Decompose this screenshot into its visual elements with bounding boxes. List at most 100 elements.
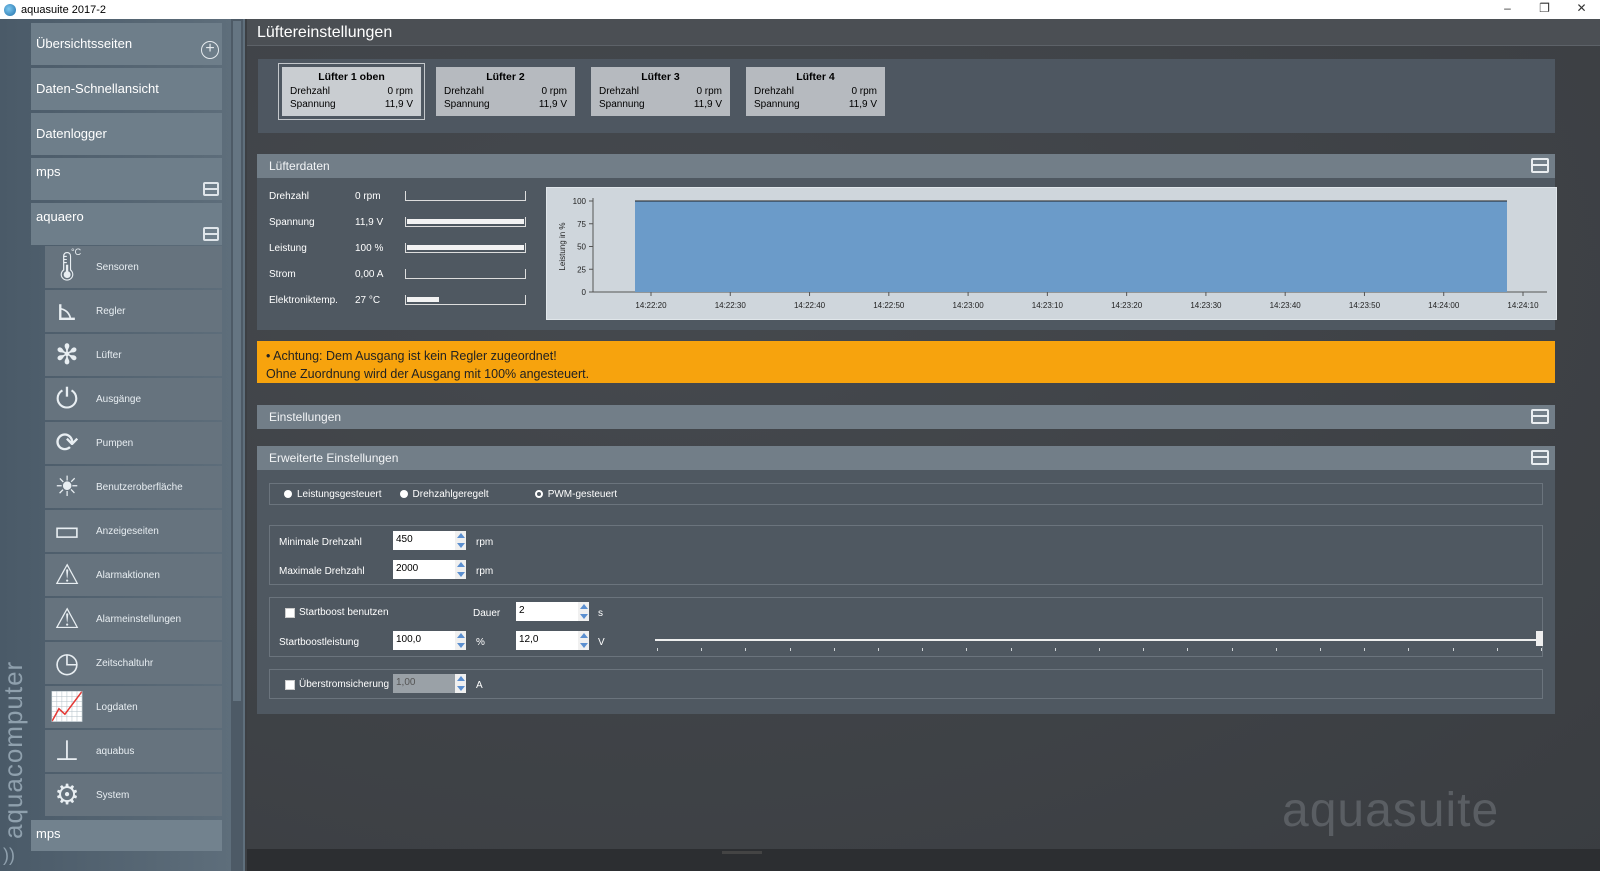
fan-speed-label: Drehzahl [754,86,795,97]
sidebar-item-benutzeroberflaeche[interactable]: ☀ Benutzeroberfläche [45,466,222,508]
plus-circle-icon[interactable]: + [201,41,219,59]
slider-tick [1010,648,1012,651]
min-speed-input[interactable]: 450 [393,531,466,550]
slider-tick [878,648,879,651]
startboost-voltage-input[interactable]: 12,0 [516,631,589,650]
fan-voltage-label: Spannung [290,99,336,110]
scrollbar-thumb[interactable] [233,21,241,701]
advanced-header[interactable]: Erweiterte Einstellungen [257,446,1555,470]
fan-voltage-label: Spannung [444,99,490,110]
power-chart-svg: 0 25 50 75 100 14:22:20 14:22:30 14:22:40 14:22:… [558,197,1547,310]
horizontal-scrollbar[interactable] [247,849,1600,871]
spin-arrows[interactable] [455,674,466,693]
sidebar-item-label: Zeitschaltuhr [96,658,154,669]
x-tick-label: 14:23:20 [1111,301,1143,310]
sidebar-item-regler[interactable]: ⊾ Regler [45,290,222,332]
slider-tick [745,648,747,651]
fandata-panel: Drehzahl 0 rpm Spannung 11,9 V Leistung … [257,178,1557,330]
slider-tick [1143,648,1145,651]
fan-voltage: 11,9 V [384,99,413,110]
y-axis-label: Leistung in % [558,222,567,270]
sidebar-section-datalogger[interactable]: Datenlogger [31,113,222,155]
fan-card-1[interactable]: Lüfter 1 oben Drehzahl 0 rpm Spannung 11,9… [278,63,425,120]
scrollbar-thumb[interactable] [722,851,762,854]
startboost-group: Startboost benutzen Dauer 2 s Startboost… [269,597,1543,657]
sidebar-item-sensoren[interactable]: 🌡 °C Sensoren [45,246,222,288]
startboost-slider-thumb[interactable] [1536,631,1543,646]
sidebar-item-anzeigeseiten[interactable]: ▭ Anzeigeseiten [45,510,222,552]
seconds-unit: s [598,608,603,619]
fandata-title: Lüfterdaten [269,159,330,173]
overcurrent-checkbox[interactable] [285,680,295,690]
radio-dot[interactable] [284,490,292,498]
sidebar-bottom-mps[interactable]: mps [31,820,222,851]
settings-header[interactable]: Einstellungen [257,405,1555,429]
sidebar-section-mps[interactable]: mps [31,158,222,200]
sidebar-item-ausgaenge[interactable]: ⏻ Ausgänge [45,378,222,420]
series-area [635,201,1507,292]
sidebar-item-luefter[interactable]: ✻ Lüfter [45,334,222,376]
radio-dot[interactable] [534,490,543,498]
startboost-checkbox[interactable] [285,608,295,618]
window-title: aquasuite 2017-2 [21,3,107,16]
max-speed-input[interactable]: 2000 [393,560,466,579]
fandata-label: Leistung [269,243,307,254]
fandata-label: Spannung [269,217,315,228]
sidebar-item-system[interactable]: ⚙ System [45,774,222,816]
radio-power-controlled[interactable]: Leistungsgesteuert [284,489,382,500]
sidebar-section-aquaero[interactable]: aquaero [31,203,222,245]
spin-arrows[interactable] [578,602,589,621]
close-button[interactable]: ✕ [1563,0,1600,19]
advanced-panel: Leistungsgesteuert Drehzahlgeregelt PWM-… [257,470,1555,714]
startboost-power-input[interactable]: 100,0 [393,631,466,650]
fan-voltage-label: Spannung [599,99,645,110]
fan-card-4[interactable]: Lüfter 4 Drehzahl 0 rpm Spannung 11,9 V [746,67,885,116]
fan-speed: 0 rpm [851,86,877,97]
panel-icon[interactable] [203,182,219,196]
startboost-voltage-value: 12,0 [519,634,539,645]
slider-tick [789,648,791,651]
spin-arrows[interactable] [455,631,466,650]
fandata-header[interactable]: Lüfterdaten [257,154,1555,178]
startboost-slider[interactable] [655,639,1543,641]
overcurrent-input[interactable]: 1,00 [393,674,466,693]
panel-icon[interactable] [1531,409,1549,424]
fan-selector: Lüfter 1 oben Drehzahl 0 rpm Spannung 11,9… [258,59,1555,133]
minimize-button[interactable]: – [1489,0,1526,19]
fan-card-2[interactable]: Lüfter 2 Drehzahl 0 rpm Spannung 11,9 V [436,67,575,116]
brightness-icon: ☀ [54,471,80,502]
sidebar-section-overview[interactable]: Übersichtsseiten + [31,23,222,65]
speed-limits-group: Minimale Drehzahl 450 rpm Maximale Drehz… [269,525,1543,585]
sidebar-item-pumpen[interactable]: ⟳ Pumpen [45,422,222,464]
slider-tick [1452,648,1454,651]
panel-icon[interactable] [1531,450,1549,465]
sidebar-item-label: Pumpen [96,438,134,449]
spin-arrows[interactable] [455,531,466,550]
radio-dot[interactable] [399,490,408,498]
plug-icon: ⏻ [55,383,79,414]
duration-input[interactable]: 2 [516,602,589,621]
sidebar-scrollbar[interactable] [231,19,243,871]
maximize-button[interactable]: ❐ [1526,0,1563,19]
spin-arrows[interactable] [578,631,589,650]
sidebar-item-aquabus[interactable]: ⊥ aquabus [45,730,222,772]
overcurrent-group: Überstromsicherung 1,00 A [269,669,1543,699]
control-mode-group: Leistungsgesteuert Drehzahlgeregelt PWM-… [269,483,1543,505]
rpm-unit: rpm [476,537,494,548]
sidebar-section-quickview[interactable]: Daten-Schnellansicht [31,68,222,110]
display-pages-icon: ▭ [53,515,81,546]
sidebar-item-alarmaktionen[interactable]: ⚠ Alarmaktionen [45,554,222,596]
radio-pwm-controlled[interactable]: PWM-gesteuert [534,489,617,500]
panel-icon[interactable] [1531,158,1549,173]
sidebar-item-logdaten[interactable]: 📈 Logdaten [45,686,222,728]
slider-tick [1408,648,1410,651]
panel-icon[interactable] [203,227,219,241]
sidebar-item-zeitschaltuhr[interactable]: ◷ Zeitschaltuhr [45,642,222,684]
sidebar-item-alarmeinstellungen[interactable]: ⚠ Alarmeinstellungen [45,598,222,640]
fan-card-3[interactable]: Lüfter 3 Drehzahl 0 rpm Spannung 11,9 V [591,67,730,116]
spin-arrows[interactable] [455,560,466,579]
controller-icon: ⊾ [55,295,79,326]
slider-tick [1187,648,1189,651]
ampere-unit: A [476,680,483,691]
radio-speed-controlled[interactable]: Drehzahlgeregelt [399,489,489,500]
